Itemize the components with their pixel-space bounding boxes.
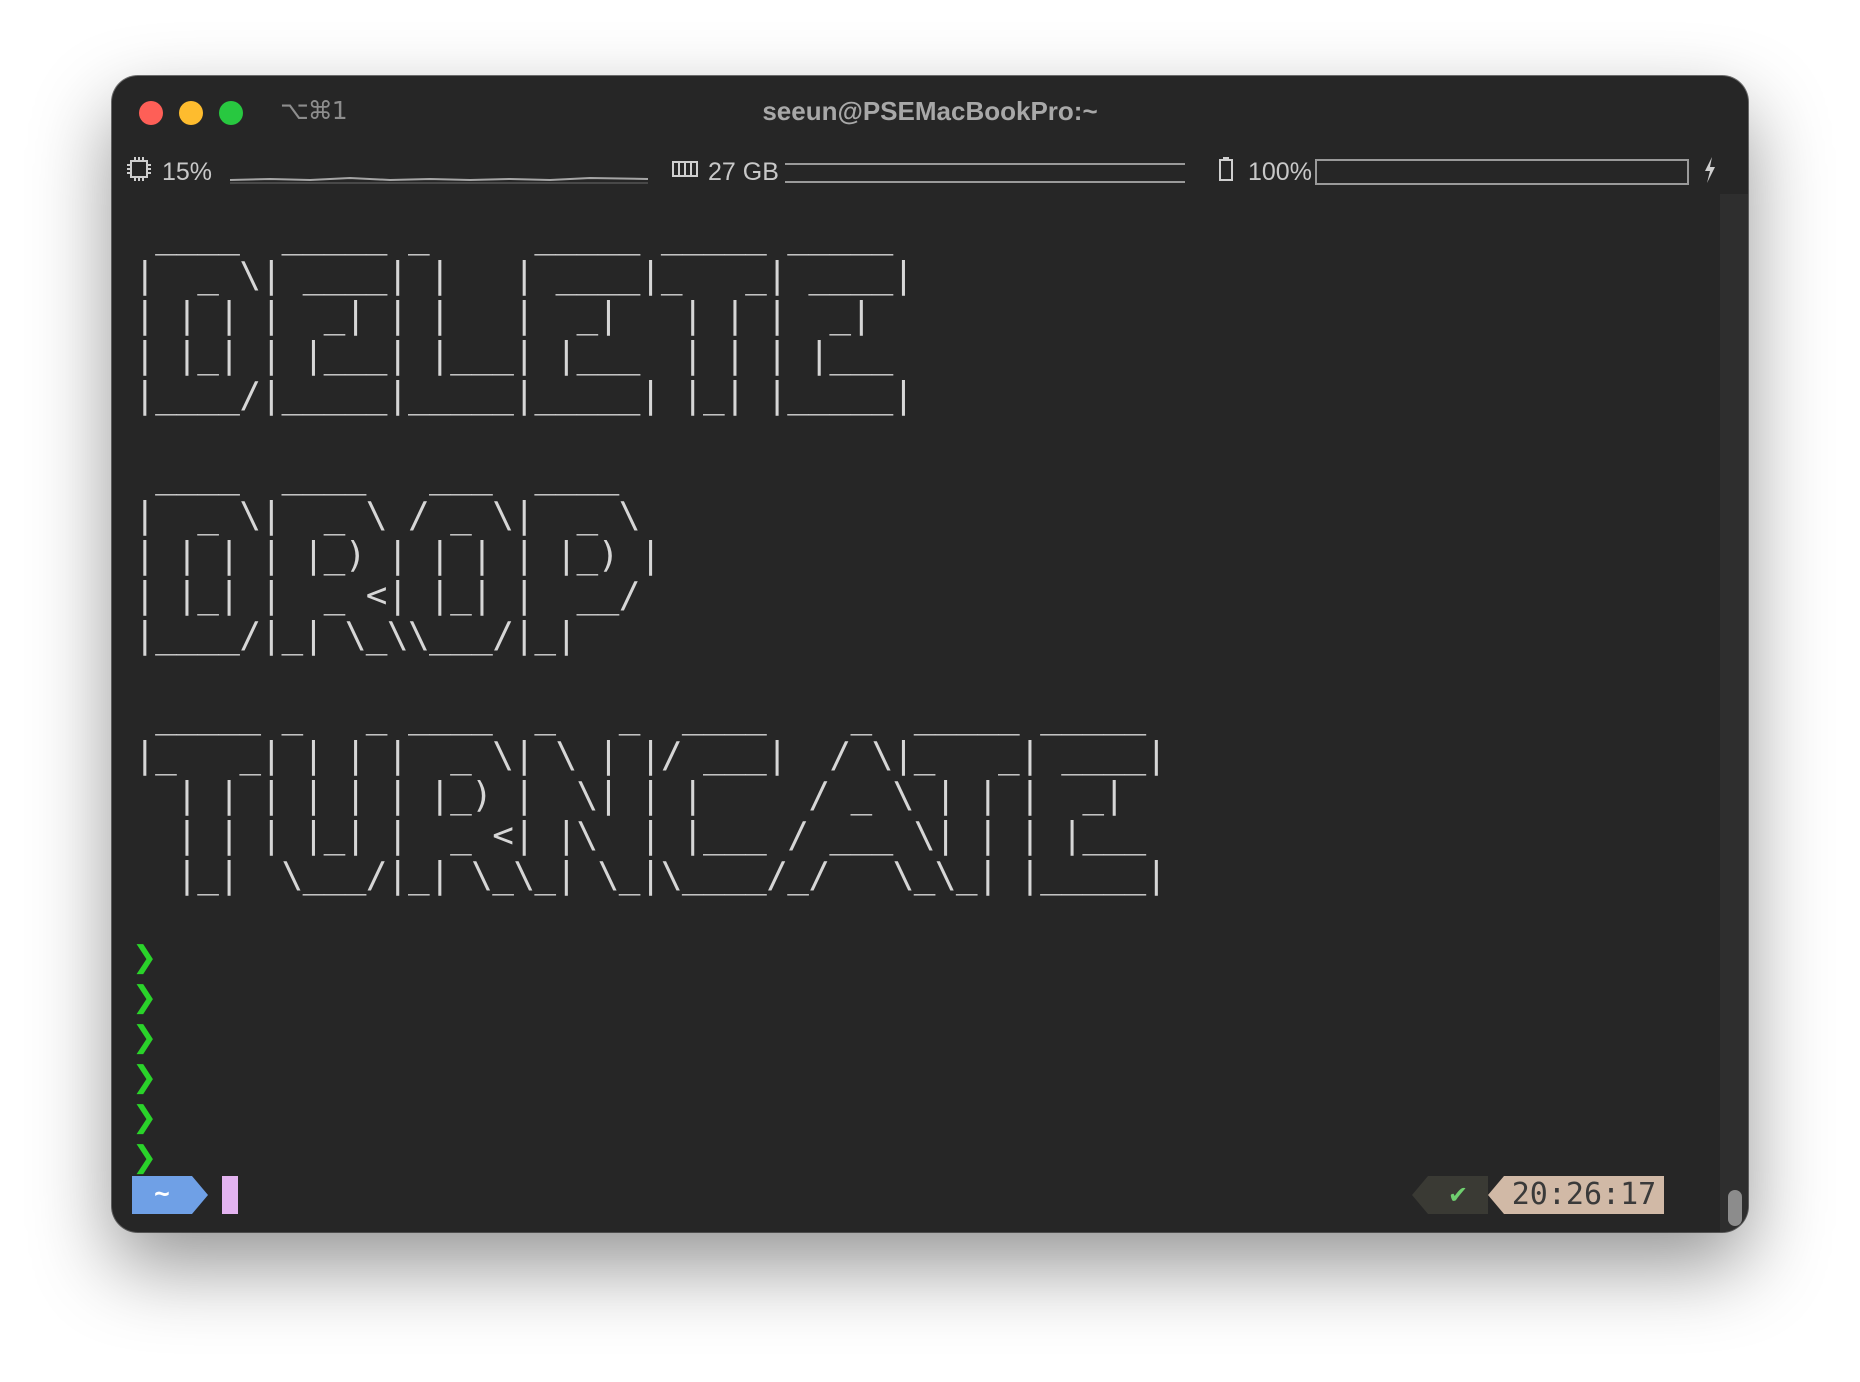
prompt-symbol: ❯ [132, 940, 158, 975]
prompt-symbol: ❯ [132, 1140, 158, 1175]
prompt-segment-arrow [192, 1176, 208, 1214]
time-segment-arrow [1488, 1176, 1504, 1214]
battery-level-bar [1315, 159, 1689, 185]
last-command-status: ✔ [1428, 1176, 1488, 1214]
battery-icon [1219, 157, 1233, 181]
cpu-usage-label: 15% [162, 158, 213, 186]
scrollbar[interactable] [1720, 194, 1748, 1232]
memory-usage-graph [785, 163, 1185, 183]
cpu-usage-graph [230, 176, 648, 184]
status-segment-arrow [1412, 1176, 1428, 1214]
battery-level-label: 100% [1248, 158, 1312, 186]
window-title: seeun@PSEMacBookPro:~ [762, 96, 1098, 126]
text-cursor[interactable] [222, 1176, 238, 1214]
memory-icon [672, 161, 698, 177]
prompt-time: 20:26:17 [1504, 1176, 1664, 1214]
prompt-directory-segment: ~ [132, 1176, 192, 1214]
truncate-ascii-banner: _____ _ _ ____ _ _ ____ _ _____ _____ |_… [134, 695, 1167, 896]
drop-ascii-banner: ____ ____ ___ ____ | _ \| _ \ / _ \| _ \… [134, 455, 661, 656]
title-bar[interactable]: ⌥⌘1 seeun@PSEMacBookPro:~ [112, 76, 1748, 148]
terminal-window: ⌥⌘1 seeun@PSEMacBookPro:~ 15% 27 GB 100% [112, 76, 1748, 1232]
prompt-symbol: ❯ [132, 1100, 158, 1135]
scrollbar-thumb[interactable] [1728, 1190, 1742, 1226]
delete-ascii-banner: ____ _____ _ _____ _____ _____ | _ \| __… [134, 215, 914, 416]
lightning-bolt-icon [1705, 157, 1715, 183]
prompt-symbol: ❯ [132, 1020, 158, 1055]
prompt-symbol: ❯ [132, 1060, 158, 1095]
prompt-symbol: ❯ [132, 980, 158, 1015]
memory-usage-label: 27 GB [708, 158, 779, 186]
cpu-chip-icon [127, 157, 151, 181]
prompt-history: ❯ ❯ ❯ ❯ ❯ ❯ [132, 938, 157, 1178]
